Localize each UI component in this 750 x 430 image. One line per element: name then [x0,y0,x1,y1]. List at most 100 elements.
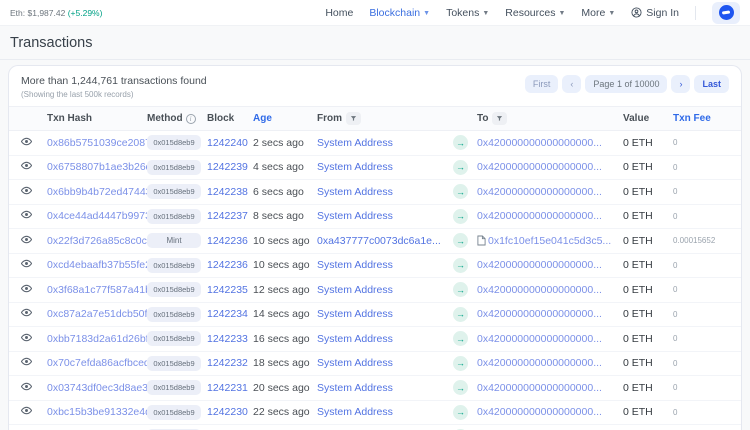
txn-hash-link[interactable]: 0x70c7efda86acfbcedf37... [47,357,147,369]
from-address-link[interactable]: System Address [317,284,393,296]
to-address-link[interactable]: 0x420000000000000000... [477,259,602,271]
block-link[interactable]: 1242240 [207,137,248,149]
to-address-link[interactable]: 0x420000000000000000... [477,137,602,149]
from-address-link[interactable]: System Address [317,406,393,418]
block-link[interactable]: 1242235 [207,284,248,296]
preview-eye-button[interactable] [21,160,32,171]
block-link[interactable]: 1242236 [207,235,248,247]
block-link[interactable]: 1242232 [207,357,248,369]
info-icon[interactable]: i [186,114,196,124]
preview-eye-button[interactable] [21,307,32,318]
header-txn-fee-toggle[interactable]: Txn Fee [673,113,729,124]
to-address-link[interactable]: 0x1fc10ef15e041c5d3c5... [488,235,611,247]
sign-in-button[interactable]: Sign In [631,7,679,19]
header-method: Methodi [147,113,207,124]
txn-hash-link[interactable]: 0xbc15b3be91332e4d2e... [47,406,147,418]
from-address-link[interactable]: System Address [317,308,393,320]
to-address-link[interactable]: 0x420000000000000000... [477,333,602,345]
preview-eye-button[interactable] [21,356,32,367]
block-link[interactable]: 1242239 [207,161,248,173]
nav-item-tokens[interactable]: Tokens ▼ [446,7,489,19]
block-link[interactable]: 1242233 [207,333,248,345]
method-badge[interactable]: 0x015d8eb9 [147,184,201,199]
block-link[interactable]: 1242238 [207,186,248,198]
txn-hash-link[interactable]: 0x86b5751039ce2087e8... [47,137,147,149]
network-selector-button[interactable] [712,2,740,24]
txn-hash-link[interactable]: 0xcd4ebaafb37b55fe21a... [47,259,147,271]
from-address-link[interactable]: System Address [317,161,393,173]
txn-hash-link[interactable]: 0x22f3d726a85c8c0c415... [47,235,147,247]
nav-item-home[interactable]: Home [325,7,353,19]
from-address-link[interactable]: System Address [317,186,393,198]
nav-item-blockchain[interactable]: Blockchain ▼ [369,7,430,19]
page-indicator: Page 1 of 10000 [585,75,667,93]
to-address-link[interactable]: 0x420000000000000000... [477,308,602,320]
first-page-button[interactable]: First [525,75,559,93]
nav-item-resources[interactable]: Resources ▼ [505,7,565,19]
to-address-link[interactable]: 0x420000000000000000... [477,357,602,369]
value-text: 0 ETH [623,161,673,173]
from-address-link[interactable]: System Address [317,137,393,149]
preview-eye-button[interactable] [21,136,32,147]
next-page-button[interactable]: › [671,75,690,93]
method-badge[interactable]: 0x015d8eb9 [147,135,201,150]
transactions-card: More than 1,244,761 transactions found (… [8,65,742,430]
eye-icon [21,381,32,392]
txn-hash-link[interactable]: 0x4ce44ad4447b99738c... [47,210,147,222]
to-address-link[interactable]: 0x420000000000000000... [477,382,602,394]
eth-price[interactable]: Eth: $1,987.42 (+5.29%) [10,8,102,18]
preview-eye-button[interactable] [21,234,32,245]
header-age-toggle[interactable]: Age [253,113,317,124]
block-link[interactable]: 1242236 [207,259,248,271]
method-badge[interactable]: 0x015d8eb9 [147,307,201,322]
header-from: From [317,112,453,125]
method-badge[interactable]: 0x015d8eb9 [147,405,201,420]
from-address-link[interactable]: System Address [317,382,393,394]
txn-hash-link[interactable]: 0x6758807b1ae3b26da6... [47,161,147,173]
method-badge[interactable]: Mint [147,233,201,248]
value-text: 0 ETH [623,137,673,149]
last-page-button[interactable]: Last [694,75,729,93]
method-badge[interactable]: 0x015d8eb9 [147,331,201,346]
method-badge[interactable]: 0x015d8eb9 [147,356,201,371]
preview-eye-button[interactable] [21,283,32,294]
table-row: 0x86b5751039ce2087e8... 0x015d8eb9 12422… [9,131,741,156]
method-badge[interactable]: 0x015d8eb9 [147,380,201,395]
txn-hash-link[interactable]: 0x6bb9b4b72ed47443a5... [47,186,147,198]
preview-eye-button[interactable] [21,405,32,416]
preview-eye-button[interactable] [21,332,32,343]
txn-hash-link[interactable]: 0xc87a2a7e51dcb50f1f2... [47,308,147,320]
method-badge[interactable]: 0x015d8eb9 [147,160,201,175]
nav-item-more[interactable]: More ▼ [581,7,615,19]
from-address-link[interactable]: System Address [317,210,393,222]
to-address-link[interactable]: 0x420000000000000000... [477,406,602,418]
to-address-link[interactable]: 0x420000000000000000... [477,161,602,173]
txn-hash-link[interactable]: 0xbb7183d2a61d26bff32... [47,333,147,345]
to-address-link[interactable]: 0x420000000000000000... [477,284,602,296]
prev-page-button[interactable]: ‹ [562,75,581,93]
txn-hash-link[interactable]: 0x3f68a1c77f587a41bae... [47,284,147,296]
preview-eye-button[interactable] [21,381,32,392]
preview-eye-button[interactable] [21,258,32,269]
table-row: 0x70c7efda86acfbcedf37... 0x015d8eb9 124… [9,352,741,377]
to-address-link[interactable]: 0x420000000000000000... [477,210,602,222]
preview-eye-button[interactable] [21,185,32,196]
block-link[interactable]: 1242234 [207,308,248,320]
age-text: 18 secs ago [253,357,317,369]
block-link[interactable]: 1242230 [207,406,248,418]
to-address-link[interactable]: 0x420000000000000000... [477,186,602,198]
from-address-link[interactable]: System Address [317,357,393,369]
block-link[interactable]: 1242237 [207,210,248,222]
from-filter-button[interactable] [346,112,361,125]
age-text: 14 secs ago [253,308,317,320]
from-address-link[interactable]: System Address [317,333,393,345]
method-badge[interactable]: 0x015d8eb9 [147,282,201,297]
txn-hash-link[interactable]: 0x03743df0ec3d8ae33c1... [47,382,147,394]
from-address-link[interactable]: System Address [317,259,393,271]
to-filter-button[interactable] [492,112,507,125]
preview-eye-button[interactable] [21,209,32,220]
block-link[interactable]: 1242231 [207,382,248,394]
method-badge[interactable]: 0x015d8eb9 [147,258,201,273]
method-badge[interactable]: 0x015d8eb9 [147,209,201,224]
from-address-link[interactable]: 0xa437777c0073dc6a1e... [317,235,441,247]
